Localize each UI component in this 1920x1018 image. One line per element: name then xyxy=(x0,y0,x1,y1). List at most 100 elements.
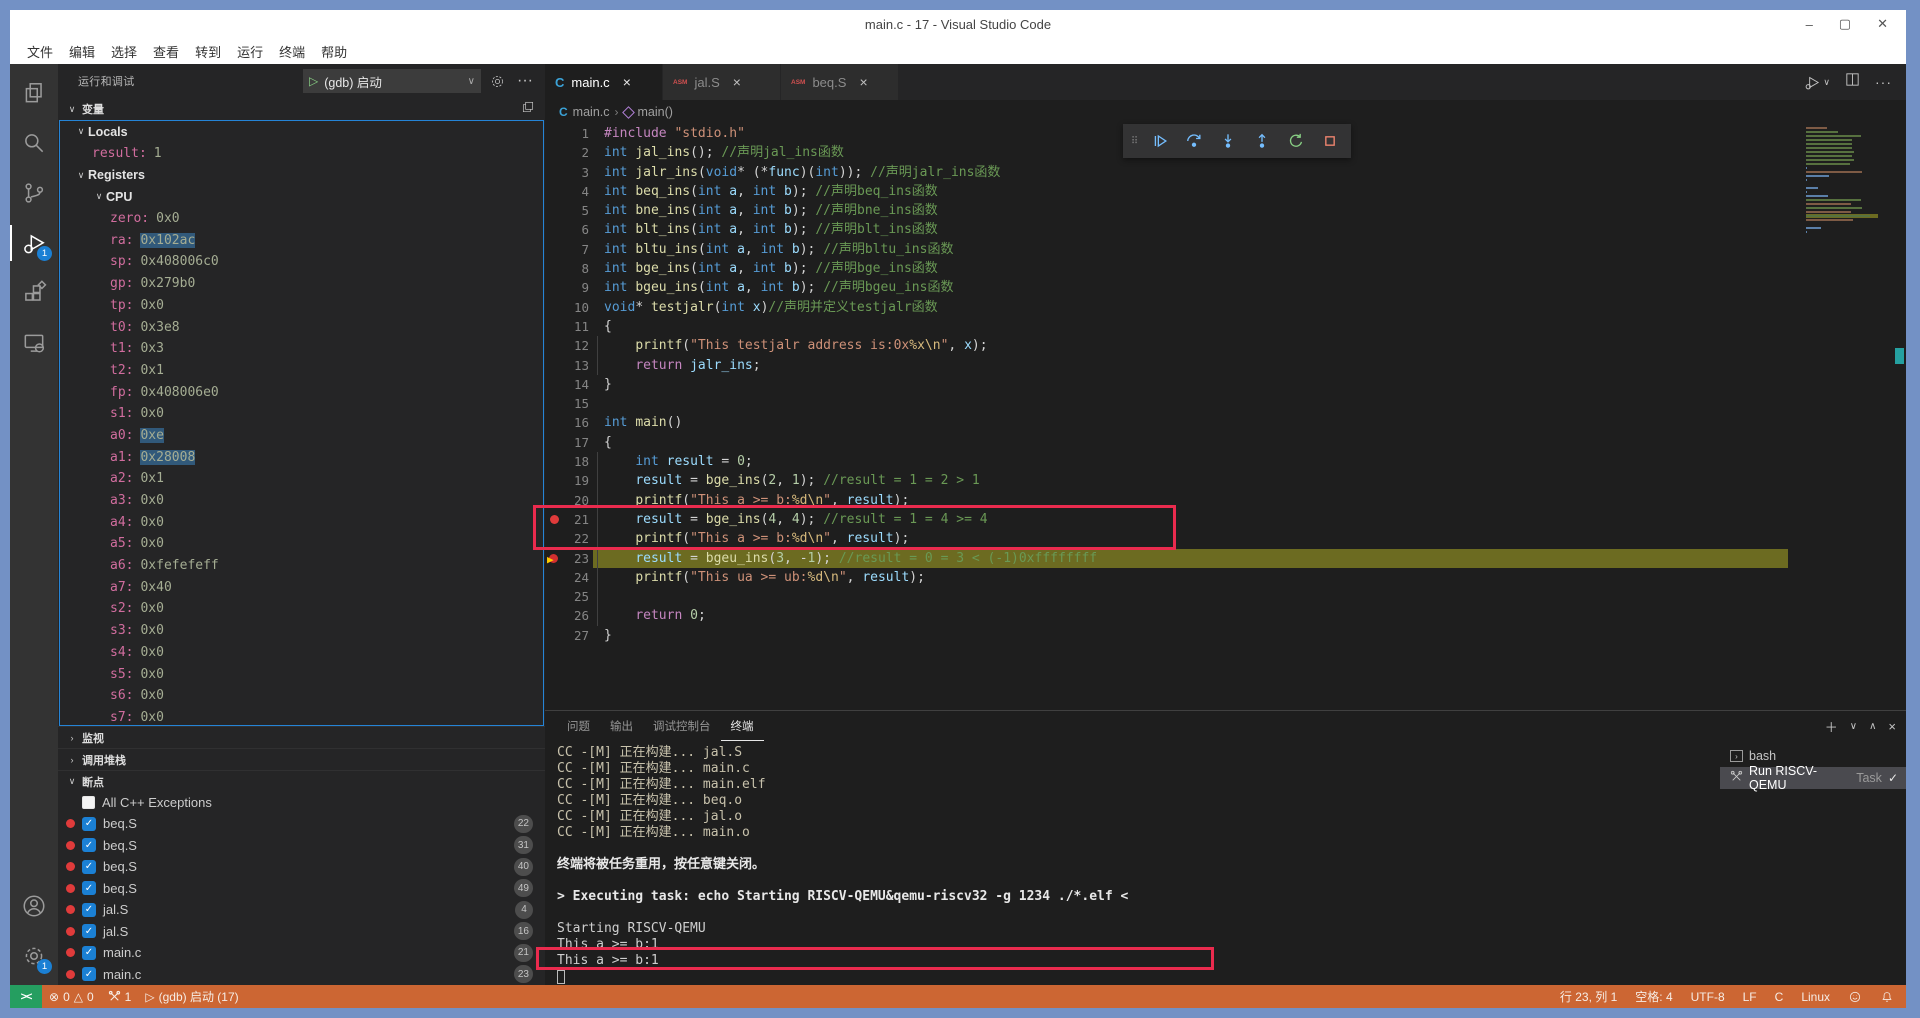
breakpoint-checkbox[interactable]: ✓ xyxy=(82,817,96,831)
variable-row[interactable]: ∨Registers xyxy=(60,164,543,186)
panel-tab-终端[interactable]: 终端 xyxy=(721,711,764,741)
more-actions-icon[interactable]: ··· xyxy=(513,69,537,93)
menu-item-帮助[interactable]: 帮助 xyxy=(313,38,355,64)
code-line[interactable]: 27} xyxy=(545,626,1906,645)
gutter[interactable]: 22 xyxy=(545,529,593,548)
breakpoint-checkbox[interactable]: ✓ xyxy=(82,967,96,981)
code-line[interactable]: 5int bne_ins(int a, int b); //声明bne_ins函… xyxy=(545,201,1906,220)
gutter[interactable]: ▶23 xyxy=(545,549,593,568)
continue-button[interactable] xyxy=(1145,126,1175,156)
tab-main.c[interactable]: Cmain.c× xyxy=(545,64,663,100)
variable-row[interactable]: a4:0x0 xyxy=(60,511,543,533)
gutter[interactable]: 8 xyxy=(545,259,593,278)
gutter[interactable]: 3 xyxy=(545,163,593,182)
minimap[interactable] xyxy=(1806,126,1878,234)
status-item[interactable]: 行 23, 列 1 xyxy=(1551,988,1626,1005)
start-debug-icon[interactable]: ▷ xyxy=(309,74,318,88)
code-line[interactable]: 8int bge_ins(int a, int b); //声明bge_ins函… xyxy=(545,259,1906,278)
close-icon[interactable]: × xyxy=(859,74,867,90)
run-and-debug-icon[interactable]: 1 xyxy=(10,218,58,268)
gutter[interactable]: 2 xyxy=(545,143,593,162)
code-editor[interactable]: 1#include "stdio.h"2int jal_ins(); //声明j… xyxy=(545,124,1906,710)
search-icon[interactable] xyxy=(10,118,58,168)
code-line[interactable]: 13 return jalr_ins; xyxy=(545,356,1906,375)
code-line[interactable]: 16int main() xyxy=(545,413,1906,432)
gutter[interactable]: 4 xyxy=(545,182,593,201)
code-line[interactable]: 20 printf("This a >= b:%d\n", result); xyxy=(545,491,1906,510)
variable-row[interactable]: s6:0x0 xyxy=(60,685,543,707)
collapse-all-icon[interactable] xyxy=(521,100,535,119)
terminal-dropdown-icon[interactable]: ∨ xyxy=(1850,721,1857,732)
extensions-icon[interactable] xyxy=(10,268,58,318)
gutter[interactable]: 5 xyxy=(545,201,593,220)
breakpoint-row[interactable]: ✓beq.S40 xyxy=(58,856,545,878)
breakpoint-row[interactable]: ✓beq.S49 xyxy=(58,878,545,900)
variable-row[interactable]: a2:0x1 xyxy=(60,468,543,490)
variable-row[interactable]: t1:0x3 xyxy=(60,338,543,360)
variable-row[interactable]: t0:0x3e8 xyxy=(60,316,543,338)
gutter[interactable]: 25 xyxy=(545,587,593,606)
split-editor-icon[interactable] xyxy=(1844,71,1861,93)
remote-explorer-icon[interactable] xyxy=(10,318,58,368)
menu-item-终端[interactable]: 终端 xyxy=(271,38,313,64)
gutter[interactable]: 1 xyxy=(545,124,593,143)
variable-row[interactable]: a1:0x28008 xyxy=(60,446,543,468)
drag-handle-icon[interactable]: ⠿ xyxy=(1129,137,1141,146)
notifications-bell-icon[interactable] xyxy=(1871,990,1906,1004)
new-terminal-icon[interactable]: ＋ xyxy=(1825,717,1838,736)
status-item[interactable]: C xyxy=(1766,990,1793,1004)
variable-row[interactable]: s2:0x0 xyxy=(60,598,543,620)
variables-section-header[interactable]: ∨ 变量 xyxy=(58,98,545,120)
exceptions-checkbox[interactable] xyxy=(82,796,95,809)
run-or-debug-button[interactable]: ∨ xyxy=(1804,74,1830,91)
gutter[interactable]: 6 xyxy=(545,220,593,239)
gutter[interactable]: 26 xyxy=(545,606,593,625)
variable-row[interactable]: ∨CPU xyxy=(60,186,543,208)
variable-row[interactable]: ra:0x102ac xyxy=(60,229,543,251)
code-line[interactable]: 24 printf("This ua >= ub:%d\n", result); xyxy=(545,568,1906,587)
gutter[interactable]: 24 xyxy=(545,568,593,587)
breakpoints-section-header[interactable]: ∨ 断点 xyxy=(58,770,545,792)
code-line[interactable]: 4int beq_ins(int a, int b); //声明beq_ins函… xyxy=(545,182,1906,201)
menu-item-转到[interactable]: 转到 xyxy=(187,38,229,64)
variable-row[interactable]: a5:0x0 xyxy=(60,533,543,555)
variable-row[interactable]: fp:0x408006e0 xyxy=(60,381,543,403)
variable-row[interactable]: a7:0x40 xyxy=(60,576,543,598)
restart-button[interactable] xyxy=(1281,126,1311,156)
breakpoint-checkbox[interactable]: ✓ xyxy=(82,924,96,938)
gutter[interactable]: 7 xyxy=(545,240,593,259)
status-item[interactable]: 空格: 4 xyxy=(1626,988,1681,1005)
variable-row[interactable]: gp:0x279b0 xyxy=(60,273,543,295)
code-line[interactable]: ▶23 result = bgeu_ins(3, -1); //result =… xyxy=(545,549,1906,568)
terminal-list-item[interactable]: Run RISCV-QEMUTask✓ xyxy=(1720,767,1906,789)
breakpoint-row[interactable]: ✓main.c21 xyxy=(58,942,545,964)
gutter[interactable]: 15 xyxy=(545,394,593,413)
menu-item-查看[interactable]: 查看 xyxy=(145,38,187,64)
variable-row[interactable]: tp:0x0 xyxy=(60,295,543,317)
panel-tab-调试控制台[interactable]: 调试控制台 xyxy=(643,711,721,741)
code-line[interactable]: 25 xyxy=(545,587,1906,606)
step-out-button[interactable] xyxy=(1247,126,1277,156)
breakpoint-row[interactable]: ✓jal.S16 xyxy=(58,921,545,943)
gutter[interactable]: 21 xyxy=(545,510,593,529)
breakpoint-checkbox[interactable]: ✓ xyxy=(82,860,96,874)
breakpoint-row[interactable]: ✓jal.S4 xyxy=(58,899,545,921)
code-line[interactable]: 26 return 0; xyxy=(545,606,1906,625)
status-item[interactable]: LF xyxy=(1734,990,1766,1004)
variable-row[interactable]: s4:0x0 xyxy=(60,642,543,664)
debug-config-dropdown[interactable]: ▷ (gdb) 启动 ∨ xyxy=(303,69,481,93)
gutter[interactable]: 27 xyxy=(545,626,593,645)
code-line[interactable]: 11{ xyxy=(545,317,1906,336)
gutter[interactable]: 17 xyxy=(545,433,593,452)
variable-row[interactable]: zero:0x0 xyxy=(60,208,543,230)
gutter[interactable]: 14 xyxy=(545,375,593,394)
problems-status[interactable]: ⊗ 0 △ 0 xyxy=(42,985,101,1008)
breakpoint-checkbox[interactable]: ✓ xyxy=(82,881,96,895)
tab-beq.S[interactable]: ASMbeq.S× xyxy=(781,64,899,100)
variable-row[interactable]: sp:0x408006c0 xyxy=(60,251,543,273)
variable-row[interactable]: result:1 xyxy=(60,143,543,165)
callstack-section-header[interactable]: › 调用堆栈 xyxy=(58,748,545,770)
close-icon[interactable]: × xyxy=(623,74,631,90)
breakpoint-row[interactable]: ✓beq.S22 xyxy=(58,813,545,835)
gutter[interactable]: 9 xyxy=(545,278,593,297)
